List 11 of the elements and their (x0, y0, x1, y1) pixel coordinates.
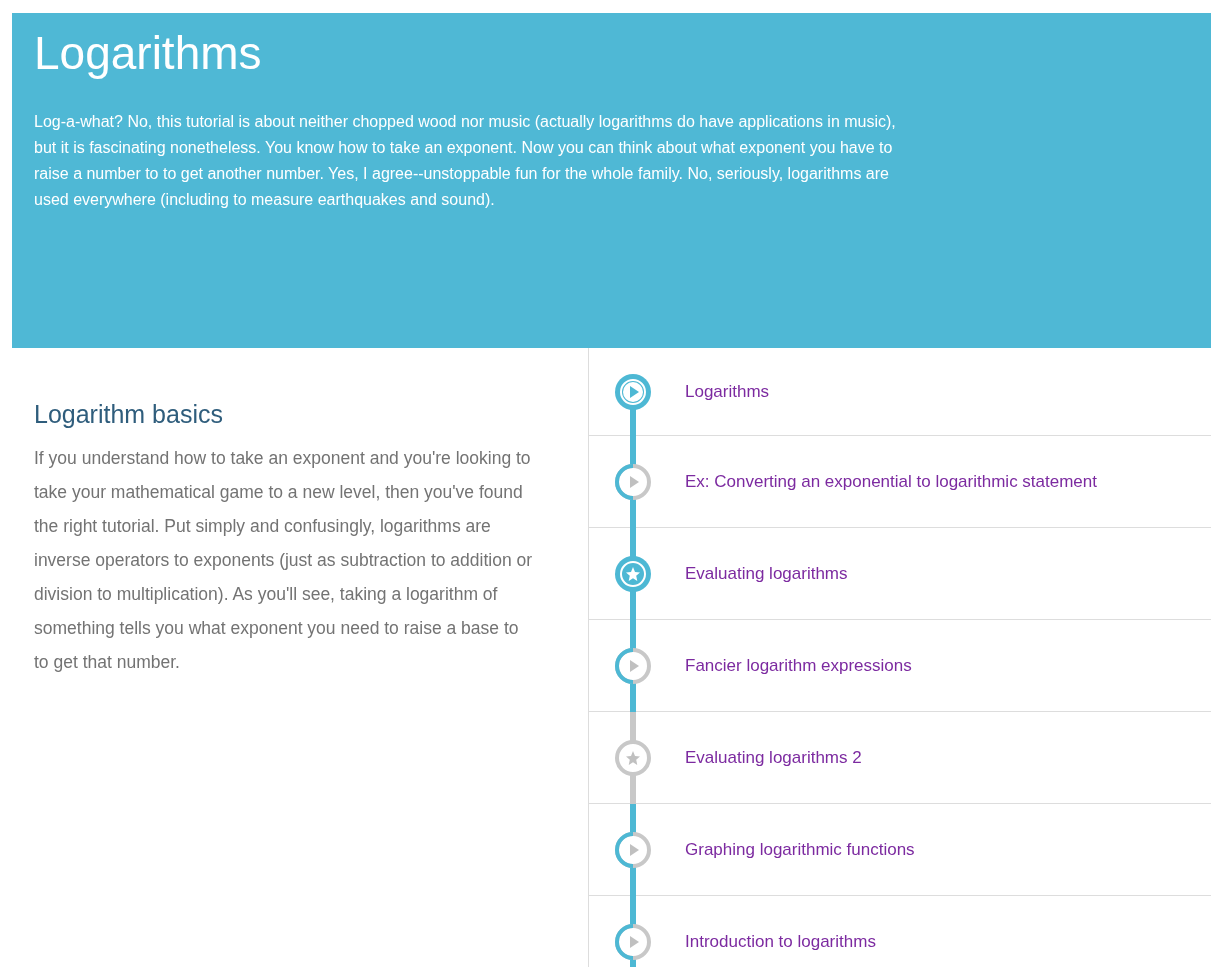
section-description: If you understand how to take an exponent and you're looking to take your mathematical game to a new level, then you've found the right tutorial. Put simply and confusingly, logarithms are inverse operators to exponents (just as subtraction to addition or division to multiplication). As you'll see, taking a logarithm of something tells you what exponent you need to raise a base to to get that number. (34, 447, 534, 674)
lesson-link[interactable]: Evaluating logarithms (685, 563, 848, 584)
lesson-link[interactable]: Evaluating logarithms 2 (685, 747, 862, 768)
tutorial-description: Log-a-what? No, this tutorial is about neither chopped wood nor music (actually logarithms do have applications in music), but it is fascinating nonetheless. You know how to take an exponent. Now you can think about what exponent you have to raise a number to to get another number. Yes, I agree--unstoppable fun for the whole family. No, seriously, logarithms are used everywhere (including to measure earthquakes and sound). (34, 112, 897, 210)
lesson-link[interactable]: Logarithms (685, 381, 770, 402)
lesson-link[interactable]: Graphing logarithmic functions (685, 839, 915, 860)
page-title: Logarithms (34, 26, 263, 81)
lesson-link[interactable]: Introduction to logarithms (685, 931, 876, 952)
section-title: Logarithm basics (34, 400, 224, 429)
lesson-link[interactable]: Fancier logarithm expressions (685, 655, 912, 676)
lesson-link[interactable]: Ex: Converting an exponential to logarithmic statement (685, 471, 1097, 492)
